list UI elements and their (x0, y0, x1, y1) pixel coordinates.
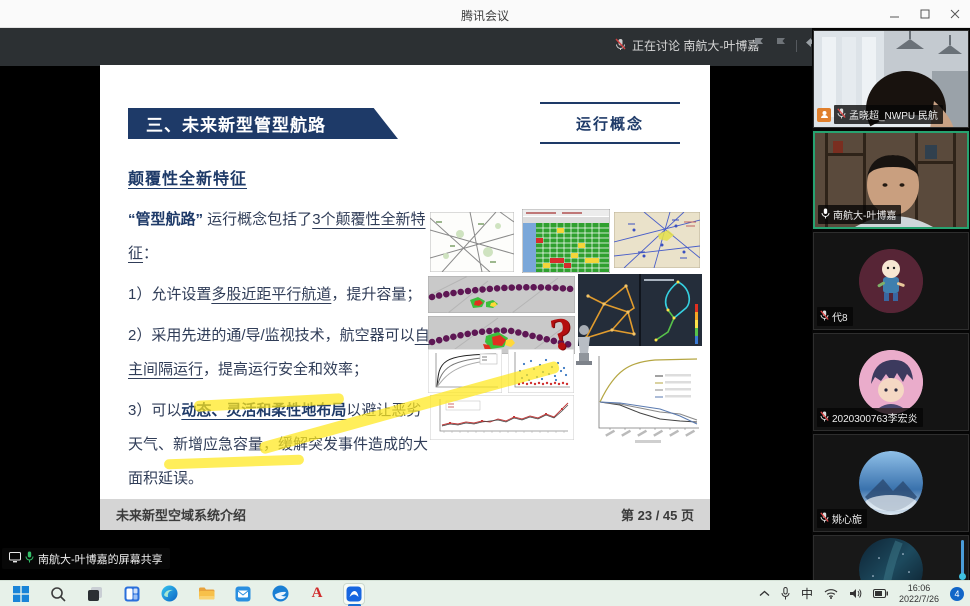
browser-e-icon[interactable] (269, 583, 291, 605)
notification-badge[interactable]: 4 (950, 587, 964, 601)
tencent-meeting-window: 腾讯会议 正在讨论 南航大-叶博嘉 (0, 0, 970, 606)
intro-paragraph: “管型航路” 运行概念包括了3个颠覆性全新特征： (128, 203, 436, 271)
figure-traffic-data-table (522, 209, 610, 273)
slide-title: 三、未来新型管型航路 (128, 111, 326, 136)
question-mark-glyph: ? (550, 311, 576, 358)
share-header-strip: 正在讨论 南航大-叶博嘉 (0, 28, 812, 66)
speaking-status: 正在讨论 南航大-叶博嘉 (615, 37, 759, 54)
participant-name: 孟晓超_NWPU 民航 (849, 107, 938, 122)
widgets-icon[interactable] (121, 583, 143, 605)
active-mic-icon (25, 551, 34, 566)
share-header-tools (752, 36, 820, 55)
axure-letter: A (312, 585, 323, 602)
slide-page-number: 第 23 / 45 页 (621, 505, 694, 524)
slide-title-banner: 三、未来新型管型航路 (128, 108, 398, 139)
edge-browser-icon[interactable] (158, 583, 180, 605)
hidden-icons-chevron[interactable] (759, 590, 770, 597)
tray-time: 16:06 (908, 583, 931, 594)
list-item-1: 1）允许设置多股近距平行航道，提升容量； (128, 278, 436, 312)
figure-tube-route-weather-1 (428, 276, 575, 313)
muted-mic-icon (837, 108, 846, 122)
start-button-icon[interactable] (10, 583, 32, 605)
system-tray: 中 16:06 2022/7/26 4 (759, 581, 970, 606)
participant-name: 代8 (832, 309, 848, 324)
ime-indicator[interactable]: 中 (801, 585, 813, 602)
question-mark-figure: ? (550, 311, 612, 371)
tray-mic-icon[interactable] (781, 587, 790, 600)
maximize-button[interactable] (910, 0, 940, 28)
battery-icon[interactable] (873, 589, 888, 598)
muted-mic-icon (820, 310, 829, 324)
speaking-status-text: 正在讨论 南航大-叶博嘉 (632, 37, 759, 54)
screen-share-label-text: 南航大-叶博嘉的屏幕共享 (38, 551, 163, 567)
video-tile-1[interactable]: 孟晓超_NWPU 民航 (813, 30, 969, 128)
video-tile-4[interactable]: 2020300763李宏炎 (813, 333, 969, 431)
participant-name: 南航大-叶博嘉 (833, 207, 896, 222)
divider (796, 40, 797, 52)
muted-mic-icon (820, 411, 829, 425)
slide-footer-title: 未来新型空域系统介绍 (116, 505, 246, 524)
tencent-meeting-app-icon[interactable] (343, 583, 365, 605)
video-tile-3[interactable]: 代8 (813, 232, 969, 330)
muted-mic-icon (820, 512, 829, 526)
section-heading: 颠覆性全新特征 (128, 165, 247, 189)
figure-airway-map (430, 212, 514, 272)
minimize-button[interactable] (880, 0, 910, 28)
volume-icon[interactable] (849, 588, 862, 599)
monitor-icon (9, 552, 21, 566)
corner-tag: 运行概念 (540, 102, 680, 144)
corner-tag-label: 运行概念 (576, 113, 644, 134)
tray-clock[interactable]: 16:06 2022/7/26 (899, 583, 939, 605)
axure-app-icon[interactable]: A (306, 583, 328, 605)
flag-icon[interactable] (752, 36, 766, 55)
window-title: 腾讯会议 (0, 7, 970, 24)
search-icon[interactable] (47, 583, 69, 605)
tray-date: 2022/7/26 (899, 594, 939, 605)
sidebar-scrollbar[interactable] (961, 540, 964, 576)
window-titlebar: 腾讯会议 (0, 0, 970, 28)
video-tile-6[interactable]: 于鹤楠 (813, 535, 969, 580)
close-button[interactable] (940, 0, 970, 28)
file-explorer-icon[interactable] (195, 583, 217, 605)
flag-icon-2[interactable] (774, 36, 788, 55)
presentation-slide: 三、未来新型管型航路 运行概念 颠覆性全新特征 “管型航路” 运行概念包括了3个… (100, 65, 710, 530)
muted-mic-icon (615, 38, 626, 54)
task-view-icon[interactable] (84, 583, 106, 605)
list-item-2: 2）采用先进的通/导/监视技术，航空器可以自主间隔运行，提高运行安全和效率； (128, 319, 436, 387)
mail-icon[interactable] (232, 583, 254, 605)
figure-aeronautical-chart (614, 212, 700, 268)
slide-footer-bar: 未来新型空域系统介绍 第 23 / 45 页 (100, 499, 710, 530)
screen-share-label: 南航大-叶博嘉的屏幕共享 (2, 548, 170, 569)
active-mic-icon (821, 208, 830, 222)
participant-name: 2020300763李宏炎 (832, 410, 918, 425)
host-badge-icon (817, 108, 831, 122)
participant-name: 姚心旎 (832, 511, 862, 526)
wifi-icon[interactable] (824, 588, 838, 599)
participants-sidebar: 孟晓超_NWPU 民航 (812, 28, 970, 580)
video-tile-2[interactable]: 南航大-叶博嘉 (813, 131, 969, 229)
windows-taskbar: A 中 16:06 2022/ (0, 580, 970, 606)
video-tile-5[interactable]: 姚心旎 (813, 434, 969, 532)
